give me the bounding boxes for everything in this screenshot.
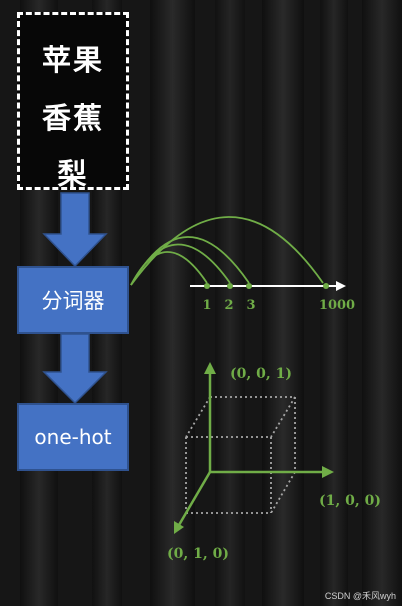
tokenizer-box: 分词器: [17, 266, 129, 334]
number-label-1: 1: [202, 298, 211, 313]
arrow-to-1000: [130, 216, 324, 286]
z-axis-label: (0, 0, 1): [230, 366, 292, 382]
down-arrow-bottom: [42, 333, 108, 405]
arrow-to-2: [130, 243, 231, 286]
axis-arrowheads: [174, 362, 334, 534]
diagram-canvas: 苹果 香蕉 梨 1 2 3 1000 (0, 0, 1) (1, 0, 0) (…: [0, 0, 402, 606]
y-axis-label: (0, 1, 0): [167, 546, 229, 562]
3d-axes: [177, 372, 324, 526]
number-line-arrowhead: [336, 281, 346, 291]
y-axis: [177, 471, 212, 526]
down-arrow-top: [42, 192, 108, 268]
dotted-cube: [185, 396, 296, 514]
one-hot-box: one-hot: [17, 403, 129, 471]
watermark: CSDN @禾风wyh: [324, 591, 396, 601]
mapping-arrows: [130, 216, 324, 286]
x-axis-label: (1, 0, 0): [319, 493, 381, 509]
number-label-1000: 1000: [319, 298, 355, 313]
number-label-3: 3: [246, 298, 255, 313]
number-label-2: 2: [224, 298, 233, 313]
